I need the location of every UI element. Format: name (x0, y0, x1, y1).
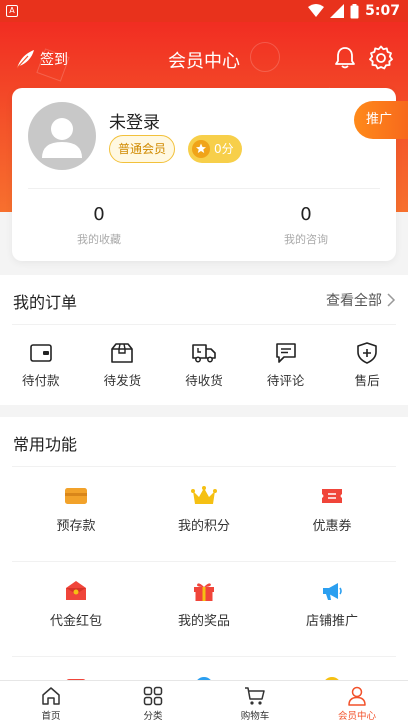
function-prizes[interactable]: 我的奖品 (140, 562, 268, 657)
function-store-promotion[interactable]: 店铺推广 (268, 562, 396, 657)
function-label: 优惠券 (312, 519, 352, 534)
function-coupons[interactable]: 优惠券 (268, 467, 396, 562)
megaphone-icon (323, 583, 342, 600)
battery-icon (350, 3, 359, 18)
divider (28, 188, 380, 189)
coupon-icon (322, 489, 342, 503)
inquiries-stat[interactable]: 0 我的咨询 (226, 204, 386, 247)
view-all-orders-link[interactable]: 查看全部 (326, 290, 396, 310)
orders-title: 我的订单 (13, 293, 78, 312)
order-pending-payment[interactable]: 待付款 (3, 342, 79, 389)
function-label: 预存款 (56, 519, 96, 534)
inquiries-count: 0 (300, 204, 312, 225)
app-notification-icon: A (6, 5, 18, 17)
crown-icon (191, 486, 217, 504)
username[interactable]: 未登录 (109, 108, 160, 133)
clock: 5:07 (365, 3, 400, 19)
truck-icon (192, 343, 216, 362)
tab-category[interactable]: 分类 (102, 681, 204, 724)
tab-label: 首页 (41, 711, 61, 722)
promote-button[interactable]: 推广 (354, 101, 408, 139)
red-envelope-icon (66, 581, 86, 600)
status-icons: 5:07 (308, 3, 400, 19)
functions-title: 常用功能 (13, 435, 78, 454)
order-status-row: 待付款 待发货 待收货 待评论 售后 (0, 325, 408, 405)
settings-button[interactable] (368, 45, 394, 75)
user-placeholder-icon (42, 118, 82, 158)
comment-icon (275, 342, 296, 363)
box-icon (111, 342, 134, 363)
functions-grid: 预存款 我的积分 优惠券 代金红包 我的奖品 店铺推广 (12, 467, 396, 680)
inquiries-label: 我的咨询 (284, 233, 328, 246)
gift-icon (194, 583, 214, 601)
category-icon (143, 686, 163, 706)
gear-icon (369, 45, 393, 70)
wifi-icon (308, 4, 325, 17)
order-item-label: 待发货 (103, 372, 142, 388)
tab-home[interactable]: 首页 (0, 681, 102, 724)
tab-label: 会员中心 (337, 711, 376, 722)
function-prepaid[interactable]: 预存款 (12, 467, 140, 562)
order-item-label: 待付款 (22, 372, 60, 388)
orders-section: 我的订单 查看全部 待付款 待发货 待收货 待评论 售后 (0, 275, 408, 405)
function-points[interactable]: 我的积分 (140, 467, 268, 562)
favorites-count: 0 (93, 204, 105, 225)
avatar[interactable] (28, 102, 96, 170)
order-item-label: 待收货 (185, 372, 223, 388)
wallet-icon (29, 343, 52, 362)
order-item-label: 售后 (354, 372, 380, 388)
favorites-label: 我的收藏 (77, 233, 121, 246)
function-label: 我的积分 (177, 519, 230, 534)
home-icon (42, 687, 60, 705)
order-pending-review[interactable]: 待评论 (248, 342, 324, 389)
tab-cart[interactable]: 购物车 (204, 681, 306, 724)
points-value: 0分 (214, 142, 234, 156)
member-level-badge: 普通会员 (109, 135, 176, 163)
orders-header: 我的订单 查看全部 (12, 275, 396, 325)
function-more-2[interactable] (140, 657, 268, 680)
star-coin-icon (192, 140, 210, 158)
profile-card: 未登录 普通会员 0分 推广 0 我的收藏 0 我的咨询 (12, 88, 408, 261)
status-bar: A 5:07 (0, 0, 408, 22)
signal-icon (330, 4, 345, 18)
card-icon (65, 488, 87, 504)
function-label: 店铺推广 (305, 614, 358, 629)
shield-plus-icon (357, 341, 377, 364)
cart-icon (245, 687, 265, 705)
order-pending-shipment[interactable]: 待发货 (84, 342, 160, 389)
chevron-right-icon (387, 293, 396, 307)
user-icon (348, 686, 366, 706)
favorites-stat[interactable]: 0 我的收藏 (19, 204, 179, 247)
order-after-sales[interactable]: 售后 (329, 341, 405, 389)
function-more-1[interactable] (12, 657, 140, 680)
tab-member-center[interactable]: 会员中心 (306, 681, 408, 724)
view-all-label: 查看全部 (326, 293, 382, 309)
top-bar: 签到 会员中心 (0, 40, 408, 80)
functions-header: 常用功能 (12, 417, 396, 467)
order-item-label: 待评论 (266, 372, 305, 388)
notification-button[interactable] (334, 46, 356, 74)
function-label: 代金红包 (49, 614, 102, 629)
tab-label: 分类 (143, 711, 163, 722)
points-badge[interactable]: 0分 (188, 135, 242, 163)
order-pending-receipt[interactable]: 待收货 (166, 342, 242, 389)
function-more-3[interactable] (268, 657, 396, 680)
function-red-envelope[interactable]: 代金红包 (12, 562, 140, 657)
bell-icon (335, 47, 355, 69)
function-label: 我的奖品 (177, 614, 230, 629)
bottom-tab-bar: 首页 分类 购物车 会员中心 (0, 680, 408, 724)
functions-section: 常用功能 预存款 我的积分 优惠券 代金红包 我的奖品 店铺推广 (0, 417, 408, 680)
tab-label: 购物车 (240, 711, 270, 722)
